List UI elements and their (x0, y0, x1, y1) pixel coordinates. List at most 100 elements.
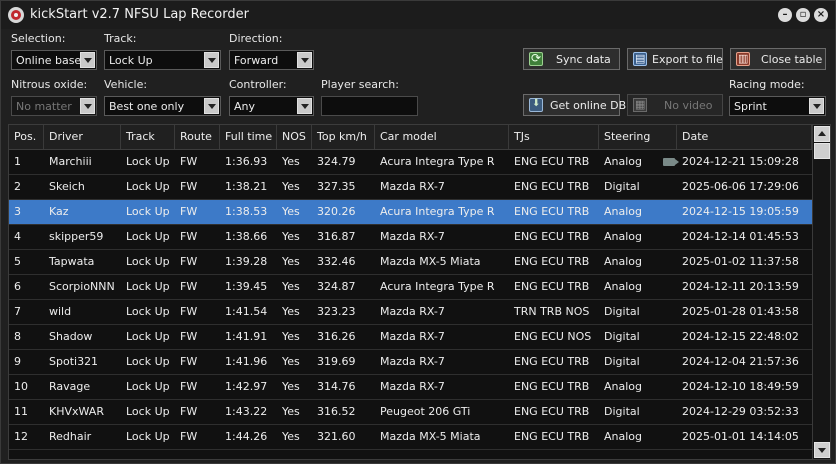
chevron-down-icon[interactable] (297, 52, 312, 68)
table-row[interactable]: 2 Skeich Lock Up FW 1:38.21 Yes 327.35 Mazda RX… (9, 175, 812, 200)
cell-pos: 3 (14, 205, 21, 218)
cell-track: Lock Up (126, 405, 170, 418)
track-label: Track: (104, 32, 137, 45)
cell-tjs: ENG ECU TRB (514, 180, 590, 193)
cell-route: FW (180, 280, 198, 293)
cell-car-model: Mazda RX-7 (380, 230, 445, 243)
cell-full-time: 1:41.54 (225, 305, 268, 318)
cell-top-speed: 324.79 (317, 155, 356, 168)
maximize-icon[interactable]: ▫ (796, 8, 810, 22)
scroll-thumb[interactable] (814, 143, 830, 159)
no-video-button: No video (627, 94, 723, 116)
cell-tjs: ENG ECU TRB (514, 280, 590, 293)
column-header-route[interactable]: Route (175, 125, 220, 149)
cell-steering: Digital (604, 330, 640, 343)
cell-date: 2024-12-04 21:57:36 (682, 355, 799, 368)
cell-tjs: TRN TRB NOS (514, 305, 590, 318)
direction-dropdown[interactable]: Forward (229, 50, 314, 70)
table-row[interactable]: 10 Ravage Lock Up FW 1:42.97 Yes 314.76 Mazda R… (9, 375, 812, 400)
column-header-driver[interactable]: Driver (44, 125, 121, 149)
cell-top-speed: 320.26 (317, 205, 356, 218)
column-header-track[interactable]: Track (121, 125, 175, 149)
results-table[interactable]: Pos. Driver Track Route Full time NOS Top km/h… (8, 124, 831, 460)
cell-track: Lock Up (126, 430, 170, 443)
table-row[interactable]: 8 Shadow Lock Up FW 1:41.91 Yes 316.26 Mazda RX… (9, 325, 812, 350)
column-header-pos[interactable]: Pos. (9, 125, 44, 149)
chevron-down-icon[interactable] (809, 98, 824, 114)
cell-driver: KHVxWAR (49, 405, 104, 418)
selection-dropdown[interactable]: Online base (11, 50, 97, 70)
column-header-full-time[interactable]: Full time (220, 125, 277, 149)
chevron-down-icon[interactable] (80, 52, 95, 68)
cell-date: 2025-01-01 14:14:05 (682, 430, 799, 443)
minimize-icon[interactable]: – (778, 8, 792, 22)
close-table-icon (736, 52, 750, 66)
cell-nos: Yes (282, 155, 300, 168)
video-available-icon[interactable] (663, 158, 679, 166)
cell-pos: 4 (14, 230, 21, 243)
cell-full-time: 1:39.28 (225, 255, 268, 268)
close-table-button[interactable]: Close table (730, 48, 826, 70)
selection-value: Online base (16, 54, 82, 67)
nitrous-label: Nitrous oxide: (11, 78, 88, 91)
column-header-car-model[interactable]: Car model (375, 125, 509, 149)
cell-car-model: Acura Integra Type R (380, 280, 495, 293)
column-header-steering[interactable]: Steering (599, 125, 677, 149)
nitrous-value: No matter (16, 100, 72, 113)
table-row[interactable]: 12 Redhair Lock Up FW 1:44.26 Yes 321.60 Mazda … (9, 425, 812, 450)
cell-pos: 7 (14, 305, 21, 318)
vertical-scrollbar[interactable] (812, 125, 830, 459)
close-table-label: Close table (761, 53, 823, 66)
cell-driver: Shadow (49, 330, 93, 343)
cell-tjs: ENG ECU TRB (514, 155, 590, 168)
controller-value: Any (234, 100, 256, 113)
table-row[interactable]: 9 Spoti321 Lock Up FW 1:41.96 Yes 319.69 Mazda … (9, 350, 812, 375)
chevron-down-icon[interactable] (204, 52, 219, 68)
cell-car-model: Mazda MX-5 Miata (380, 430, 481, 443)
column-header-nos[interactable]: NOS (277, 125, 312, 149)
cell-driver: Marchiii (49, 155, 92, 168)
close-icon[interactable]: × (814, 8, 828, 22)
cell-date: 2024-12-11 20:13:59 (682, 280, 799, 293)
chevron-down-icon[interactable] (204, 98, 219, 114)
column-header-tjs[interactable]: TJs (509, 125, 599, 149)
table-row[interactable]: 1 Marchiii Lock Up FW 1:36.93 Yes 324.79 Acura … (9, 150, 812, 175)
player-search-input[interactable] (321, 96, 418, 116)
cell-driver: skipper59 (49, 230, 104, 243)
chevron-down-icon[interactable] (297, 98, 312, 114)
sync-data-label: Sync data (556, 53, 611, 66)
table-row[interactable]: 7 wild Lock Up FW 1:41.54 Yes 323.23 Mazda RX-7… (9, 300, 812, 325)
cell-route: FW (180, 355, 198, 368)
title-bar[interactable]: kickStart v2.7 NFSU Lap Recorder – ▫ × (1, 1, 835, 29)
cell-pos: 1 (14, 155, 21, 168)
direction-value: Forward (234, 54, 279, 67)
table-row[interactable]: 3 Kaz Lock Up FW 1:38.53 Yes 320.26 Acura Integ… (9, 200, 812, 225)
cell-route: FW (180, 155, 198, 168)
scroll-up-icon[interactable] (814, 126, 830, 142)
cell-top-speed: 316.52 (317, 405, 356, 418)
cell-date: 2025-01-28 01:43:58 (682, 305, 799, 318)
track-dropdown[interactable]: Lock Up (104, 50, 221, 70)
vehicle-dropdown[interactable]: Best one only (104, 96, 221, 116)
racing-mode-dropdown[interactable]: Sprint (729, 96, 826, 116)
column-header-top-speed[interactable]: Top km/h (312, 125, 375, 149)
cell-track: Lock Up (126, 280, 170, 293)
cell-date: 2025-06-06 17:29:06 (682, 180, 799, 193)
cell-tjs: ENG ECU TRB (514, 230, 590, 243)
controller-dropdown[interactable]: Any (229, 96, 314, 116)
cell-steering: Analog (604, 255, 643, 268)
scroll-down-icon[interactable] (814, 442, 830, 458)
app-logo-icon (8, 7, 24, 23)
sync-data-button[interactable]: Sync data (523, 48, 620, 70)
table-row[interactable]: 6 ScorpioNNN Lock Up FW 1:39.45 Yes 324.87 Acur… (9, 275, 812, 300)
cell-tjs: ENG ECU TRB (514, 380, 590, 393)
cell-date: 2024-12-21 15:09:28 (682, 155, 799, 168)
get-online-db-button[interactable]: Get online DB (523, 94, 626, 116)
player-search-label: Player search: (321, 78, 399, 91)
table-row[interactable]: 4 skipper59 Lock Up FW 1:38.66 Yes 316.87 Mazda… (9, 225, 812, 250)
cell-top-speed: 314.76 (317, 380, 356, 393)
column-header-date[interactable]: Date (677, 125, 812, 149)
export-to-file-button[interactable]: Export to file (627, 48, 723, 70)
table-row[interactable]: 11 KHVxWAR Lock Up FW 1:43.22 Yes 316.52 Peugeo… (9, 400, 812, 425)
table-row[interactable]: 5 Tapwata Lock Up FW 1:39.28 Yes 332.46 Mazda M… (9, 250, 812, 275)
